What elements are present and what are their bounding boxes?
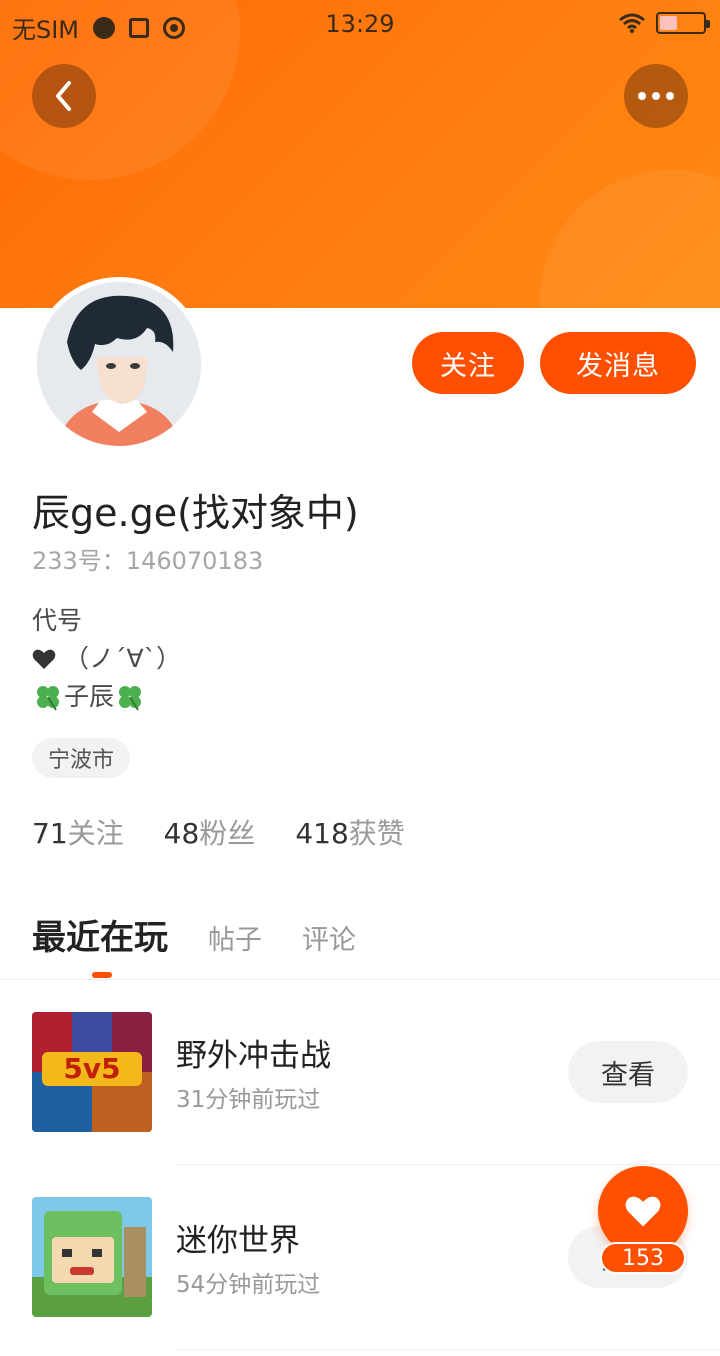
game-list-item[interactable]: 5v5 野外冲击战 31分钟前玩过 查看 — [0, 980, 720, 1165]
stat-followers[interactable]: 48粉丝 — [164, 812, 256, 852]
follow-button[interactable]: 关注 — [412, 332, 524, 394]
status-right — [618, 12, 710, 34]
chevron-left-icon — [56, 81, 71, 111]
bio-line-text: （ノ´∀`） — [64, 644, 182, 673]
status-time: 13:29 — [325, 10, 395, 38]
battery-level — [660, 16, 677, 30]
location-tag: 宁波市 — [32, 738, 131, 778]
game-thumbnail — [32, 1197, 152, 1317]
stat-likes: 418获赞 — [295, 812, 404, 852]
avatar[interactable] — [32, 277, 206, 451]
wifi-icon — [619, 13, 645, 33]
avatar-image — [37, 282, 201, 446]
bio-line: （ノ´∀`） — [32, 640, 181, 678]
svg-text:5v5: 5v5 — [63, 1052, 120, 1085]
tab-recently-played[interactable]: 最近在玩 — [32, 910, 168, 959]
send-message-button[interactable]: 发消息 — [540, 332, 696, 394]
clover-icon — [119, 686, 142, 711]
heart-icon — [625, 1196, 661, 1227]
stat-number: 418 — [295, 817, 349, 850]
profile-bio: 代号 （ノ´∀`） 子辰 — [32, 602, 181, 716]
like-count-badge: 153 — [600, 1242, 686, 1274]
active-tab-indicator — [92, 972, 112, 978]
battery-icon — [656, 12, 710, 34]
heart-icon — [32, 649, 56, 669]
header-decoration — [540, 170, 720, 308]
profile-id-label: 233号： — [32, 547, 126, 575]
stat-label: 粉丝 — [199, 817, 256, 850]
game-thumbnail: 5v5 — [32, 1012, 152, 1132]
status-bar: 无SIM 13:29 — [0, 0, 720, 50]
clover-icon — [37, 686, 59, 711]
game-last-played: 31分钟前玩过 — [176, 1087, 321, 1113]
back-button[interactable] — [32, 64, 96, 128]
game-title: 迷你世界 — [176, 1223, 300, 1259]
stat-label: 获赞 — [348, 817, 405, 850]
bio-line-text: 子辰 — [64, 682, 115, 711]
profile-id-value: 146070183 — [125, 547, 264, 575]
tab-comments[interactable]: 评论 — [302, 918, 356, 957]
profile-name: 辰ge.ge(找对象中) — [32, 491, 359, 535]
stat-label: 关注 — [67, 817, 124, 850]
view-game-button[interactable]: 查看 — [568, 1041, 688, 1103]
bio-line: 代号 — [32, 602, 181, 640]
more-options-button[interactable] — [624, 64, 688, 128]
bio-line: 子辰 — [32, 678, 181, 716]
stat-number: 71 — [32, 817, 68, 850]
tab-posts[interactable]: 帖子 — [208, 918, 262, 957]
profile-tabs: 最近在玩 帖子 评论 — [32, 910, 356, 959]
game-title: 野外冲击战 — [176, 1038, 331, 1074]
profile-id: 233号：146070183 — [32, 541, 263, 576]
list-divider — [176, 1349, 720, 1350]
profile-stats: 71关注 48粉丝 418获赞 — [32, 812, 405, 852]
more-horizontal-icon — [638, 92, 674, 100]
stat-following[interactable]: 71关注 — [32, 812, 124, 852]
bio-line-text: 代号 — [32, 606, 83, 635]
game-last-played: 54分钟前玩过 — [176, 1272, 321, 1298]
stat-number: 48 — [163, 817, 200, 850]
